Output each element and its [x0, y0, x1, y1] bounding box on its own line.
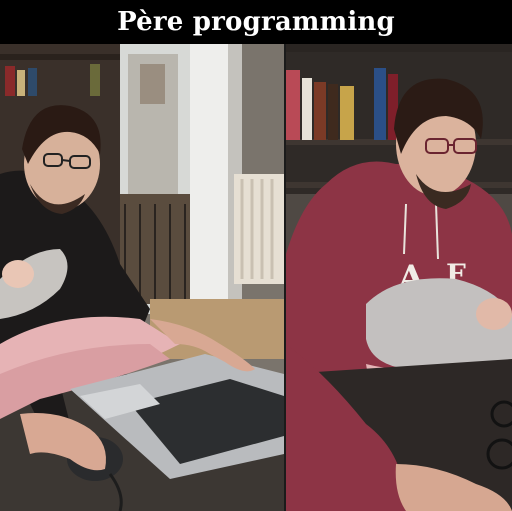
- right-photo: A F: [286, 44, 512, 511]
- left-photo: [0, 44, 284, 511]
- right-photo-illustration: A F: [286, 44, 512, 511]
- meme-image: Père programming A F: [0, 0, 512, 511]
- baby-head: [476, 298, 512, 330]
- left-photo-illustration: [0, 44, 284, 511]
- caption-bar: Père programming: [0, 0, 512, 44]
- baby-head: [2, 260, 34, 288]
- caption-text: Père programming: [117, 7, 395, 37]
